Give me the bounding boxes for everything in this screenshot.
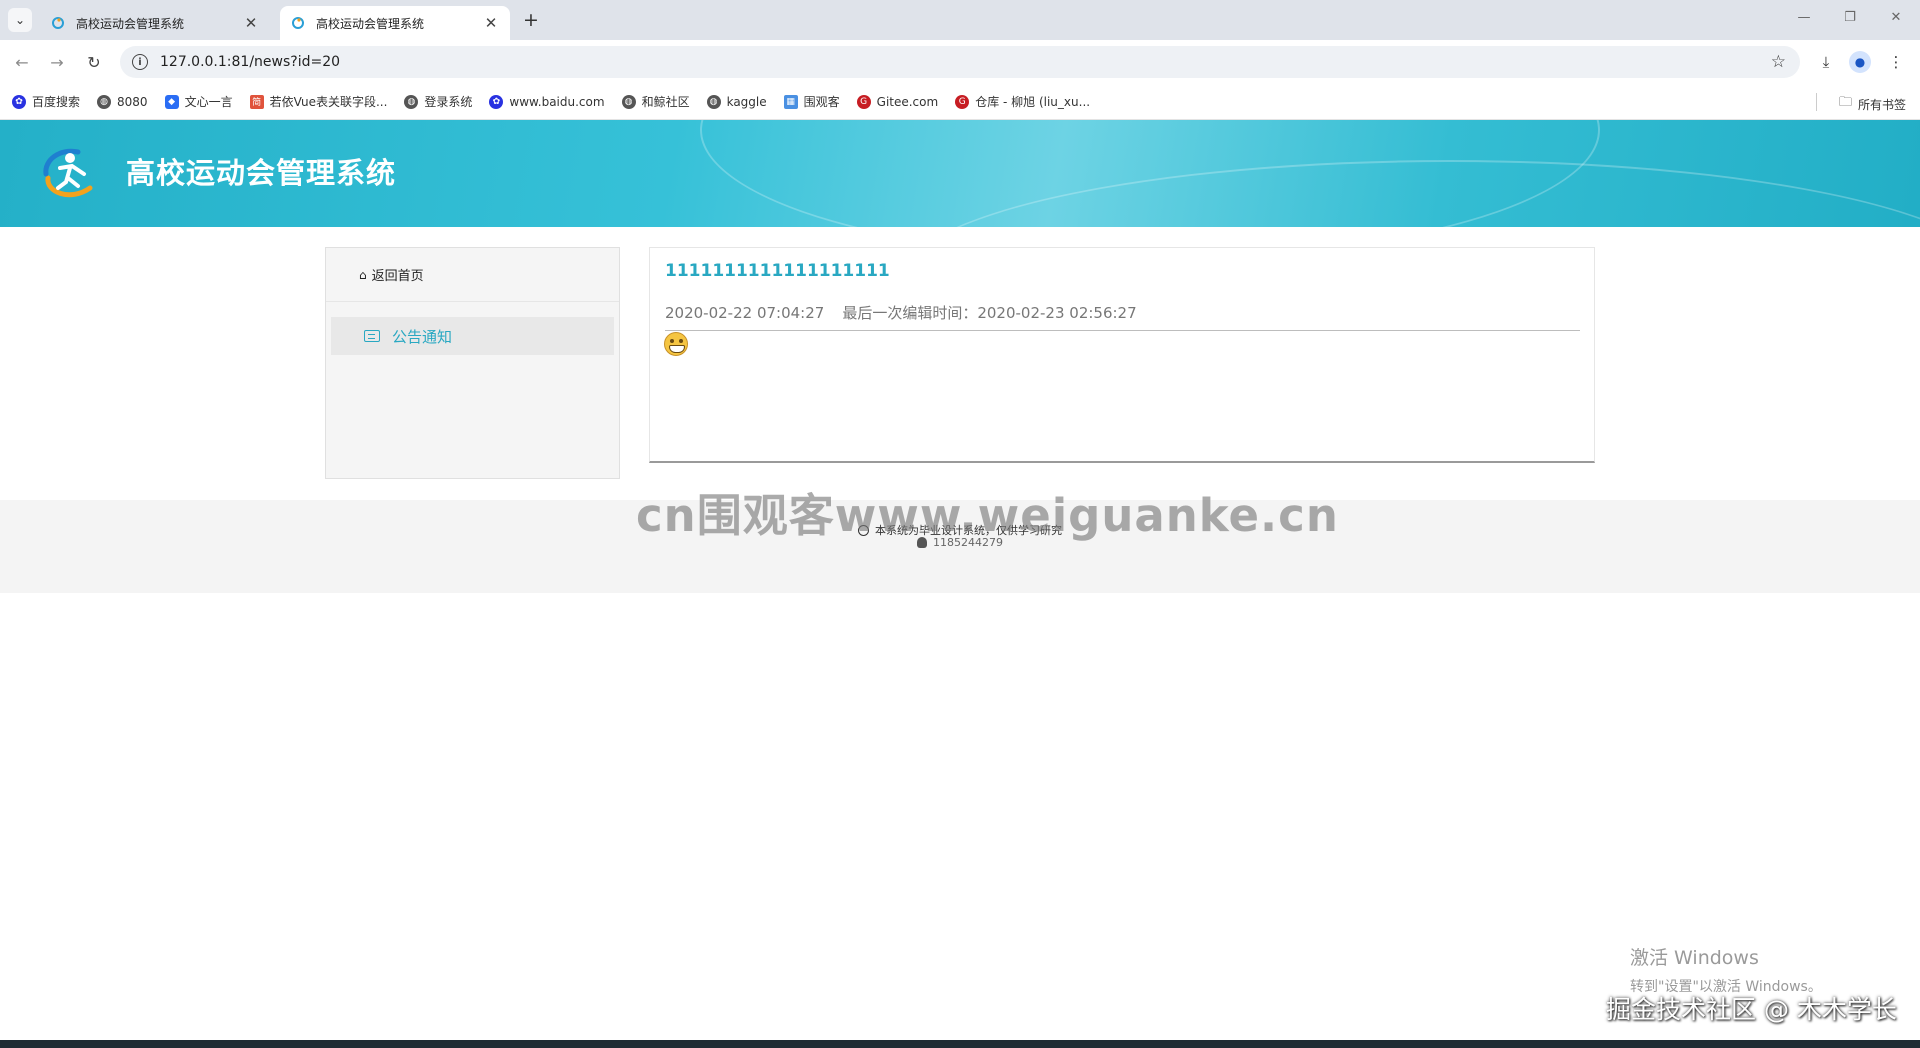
browser-toolbar: ← → ↻ i 127.0.0.1:81/news?id=20 ☆ ⤓ ● ⋮ [0,40,1920,84]
bookmark-item[interactable]: ▦ 围观客 [783,93,840,110]
close-window-icon[interactable]: ✕ [1886,10,1906,25]
tab-active[interactable]: 高校运动会管理系统 ✕ [280,6,510,40]
folder-icon: 🗀 [1838,95,1852,110]
all-bookmarks-label: 所有书签 [1857,97,1906,112]
bookmark-label: 围观客 [803,95,840,109]
site-favicon-icon [290,15,306,31]
activation-title: 激活 Windows [1630,947,1759,969]
weiguanke-icon: ▦ [783,94,798,109]
globe-icon: ◍ [97,94,112,109]
site-header-banner: 高校运动会管理系统 [0,120,1920,227]
bookmarks-divider [1816,93,1817,111]
back-icon[interactable]: ← [10,50,34,74]
forward-icon[interactable]: → [45,50,69,74]
sidebar-item-notices[interactable]: 公告通知 [331,317,614,355]
all-bookmarks-button[interactable]: 🗀 所有书签 [1839,93,1906,115]
restore-icon[interactable]: ❐ [1840,10,1860,25]
bookmark-item[interactable]: ◍ kaggle [706,94,767,109]
bookmark-item[interactable]: ◍ 和鲸社区 [621,93,690,110]
watermark-text: cn围观客www.weiguanke.cn [636,489,1339,542]
ruoyi-icon: 简 [249,94,264,109]
tab-title: 高校运动会管理系统 [316,16,425,31]
bookmark-label: www.baidu.com [509,94,605,109]
site-favicon-icon [50,15,66,31]
globe-icon: ◍ [706,94,721,109]
grin-emoji-icon [664,332,688,356]
globe-icon: ◍ [621,94,636,109]
gitee-icon: G [955,94,970,109]
bookmark-item[interactable]: ◍ 登录系统 [404,93,472,110]
bookmark-label: 若依Vue表关联字段... [269,95,388,109]
bookmark-item[interactable]: 简 若依Vue表关联字段... [249,93,388,110]
menu-icon[interactable]: ⋮ [1883,50,1909,74]
news-created-time: 2020-02-22 07:04:27 [665,304,825,322]
download-icon[interactable]: ⤓ [1813,50,1839,74]
bookmark-star-icon[interactable]: ☆ [1771,52,1786,72]
sidebar-item-home[interactable]: ⌂ 返回首页 [326,248,619,302]
windows-activation-notice: 激活 Windows 转到"设置"以激活 Windows。 [1630,943,1822,996]
bookmarks-bar: ✿ 百度搜索 ◍ 8080 ◆ 文心一言 简 若依Vue表关联字段... ◍ 登… [0,84,1920,120]
tab-strip: ⌄ 高校运动会管理系统 ✕ 高校运动会管理系统 ✕ + — ❐ ✕ [0,0,1920,40]
site-title: 高校运动会管理系统 [126,156,397,190]
reload-icon[interactable]: ↻ [82,50,106,74]
baidu-icon: ✿ [489,94,504,109]
gitee-icon: G [856,94,871,109]
bookmark-label: 百度搜索 [32,95,81,109]
bookmark-label: 仓库 - 柳旭 (liu_xu... [975,95,1091,109]
sidebar: ⌂ 返回首页 公告通知 [325,247,620,479]
bookmark-label: kaggle [726,94,767,109]
taskbar [0,1040,1920,1048]
divider [665,330,1580,331]
bookmark-label: Gitee.com [876,94,939,109]
close-icon[interactable]: ✕ [242,14,260,32]
close-icon[interactable]: ✕ [482,14,500,32]
news-detail-panel: 1111111111111111111 2020-02-22 07:04:27 最… [649,247,1595,463]
new-tab-button[interactable]: + [520,9,542,31]
url-text[interactable]: 127.0.0.1:81/news?id=20 [160,54,340,70]
avatar-icon: ● [1849,51,1871,73]
home-icon: ⌂ [359,267,367,282]
news-title: 1111111111111111111 [665,261,890,281]
bookmark-item[interactable]: G Gitee.com [856,94,939,109]
bookmark-item[interactable]: ✿ www.baidu.com [489,94,605,109]
tab-inactive[interactable]: 高校运动会管理系统 ✕ [40,6,270,40]
wenxin-icon: ◆ [164,94,179,109]
globe-icon: ◍ [404,94,419,109]
newspaper-icon [364,330,380,342]
minimize-icon[interactable]: — [1794,10,1814,25]
address-bar[interactable]: i 127.0.0.1:81/news?id=20 ☆ [120,46,1800,78]
news-edited-time: 2020-02-23 02:56:27 [977,304,1137,322]
tab-title: 高校运动会管理系统 [76,16,185,31]
tab-search-icon[interactable]: ⌄ [8,8,32,32]
bookmark-item[interactable]: ◆ 文心一言 [164,93,233,110]
sidebar-item-label: 公告通知 [392,327,453,346]
profile-button[interactable]: ● [1847,50,1873,74]
bookmark-item[interactable]: G 仓库 - 柳旭 (liu_xu... [955,93,1090,110]
bookmark-item[interactable]: ◍ 8080 [97,94,148,109]
bookmark-label: 和鲸社区 [641,95,690,109]
site-logo-icon [40,144,100,202]
bookmark-label: 文心一言 [184,95,233,109]
news-meta: 2020-02-22 07:04:27 最后一次编辑时间：2020-02-23 0… [665,302,1137,323]
corner-watermark: 掘金技术社区 @ 木木学长 [1606,995,1897,1024]
bookmark-label: 8080 [117,94,148,109]
bookmark-label: 登录系统 [424,95,473,109]
site-info-icon[interactable]: i [132,54,148,70]
bookmark-item[interactable]: ✿ 百度搜索 [12,93,80,110]
sidebar-item-label: 返回首页 [371,269,424,284]
baidu-icon: ✿ [12,94,26,109]
news-edited-label: 最后一次编辑时间： [842,304,978,322]
